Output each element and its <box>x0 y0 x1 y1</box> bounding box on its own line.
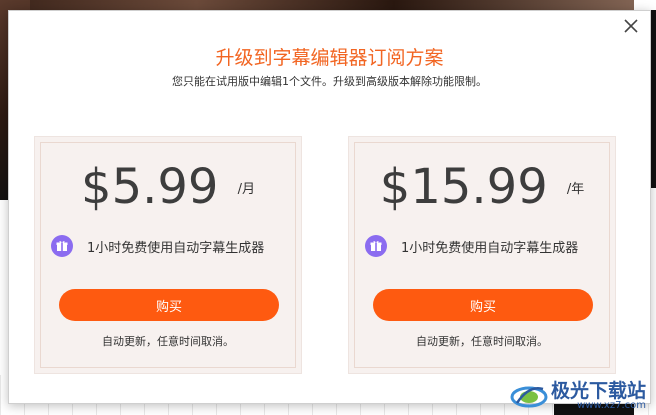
watermark: 极光下载站 www.xz7.com <box>509 381 646 411</box>
feature-text: 1小时免费使用自动字幕生成器 <box>401 240 579 256</box>
plan-feature: 1小时免费使用自动字幕生成器 <box>51 235 291 257</box>
plan-card-monthly: $5.99 /月 1小时免费使用自动字幕生成器 购买 自动更新，任意时间取消。 <box>34 136 302 374</box>
price-row: $15.99 /年 <box>349 159 615 215</box>
plan-card-yearly: $15.99 /年 1小时免费使用自动字幕生成器 购买 自动更新，任意时间取消。 <box>348 136 616 374</box>
upgrade-dialog: 升级到字幕编辑器订阅方案 您只能在试用版中编辑1个文件。升级到高级版本解除功能限… <box>8 10 651 404</box>
gift-icon <box>51 235 73 257</box>
close-button[interactable] <box>622 17 640 35</box>
watermark-name: 极光下载站 <box>550 379 646 402</box>
gift-icon <box>365 235 387 257</box>
plan-price: $5.99 <box>81 159 219 215</box>
plan-period: /月 <box>237 181 255 197</box>
close-icon <box>624 19 638 33</box>
dialog-subtitle: 您只能在试用版中编辑1个文件。升级到高级版本解除功能限制。 <box>172 75 487 88</box>
buy-monthly-button[interactable]: 购买 <box>59 289 279 321</box>
watermark-logo-icon <box>509 381 549 411</box>
dialog-title: 升级到字幕编辑器订阅方案 <box>215 47 444 69</box>
renew-note: 自动更新，任意时间取消。 <box>102 335 234 348</box>
renew-note: 自动更新，任意时间取消。 <box>416 335 548 348</box>
feature-text: 1小时免费使用自动字幕生成器 <box>87 240 265 256</box>
plan-feature: 1小时免费使用自动字幕生成器 <box>365 235 605 257</box>
watermark-url: www.xz7.com <box>577 399 646 411</box>
background-photo-strip <box>0 0 656 10</box>
price-row: $5.99 /月 <box>35 159 301 215</box>
plan-period: /年 <box>566 181 585 197</box>
plan-price: $15.99 <box>379 159 548 215</box>
buy-yearly-button[interactable]: 购买 <box>373 289 593 321</box>
